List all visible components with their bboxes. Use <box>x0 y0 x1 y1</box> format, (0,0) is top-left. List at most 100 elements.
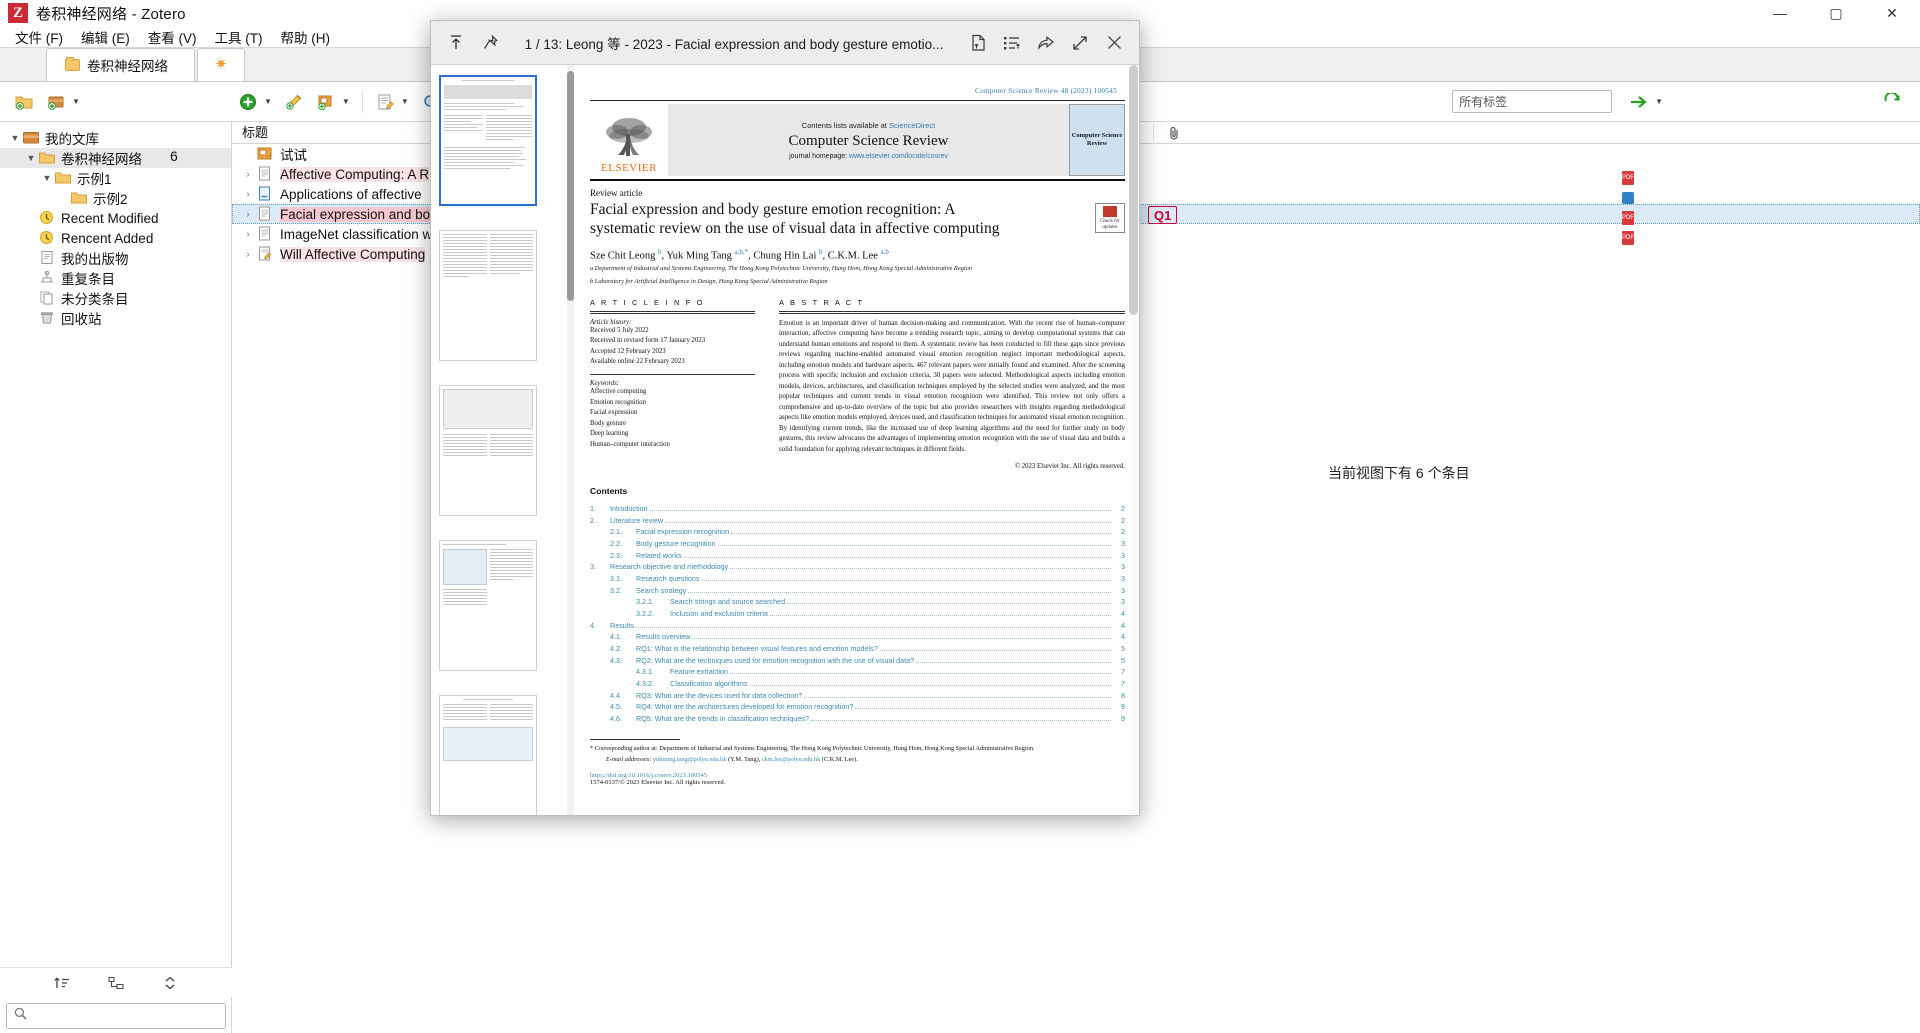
toc-entry[interactable]: 3.2.2. Inclusion and exclusion criteria … <box>590 608 1125 620</box>
toc-entry[interactable]: 4.3.2. Classification algorithms 7 <box>590 678 1125 690</box>
sidebar-item-recent-added[interactable]: › Rencent Added <box>0 228 231 248</box>
collections-search-input[interactable] <box>6 1003 226 1029</box>
sync-icon[interactable] <box>1879 90 1905 114</box>
sidebar-item-unfiled[interactable]: › 未分类条目 <box>0 288 231 308</box>
menu-file[interactable]: 文件 (F) <box>6 25 72 49</box>
toc-entry[interactable]: 3.2. Search strategy 3 <box>590 585 1125 597</box>
doi-link[interactable]: https://doi.org/10.1016/j.cosrev.2023.10… <box>590 772 1125 779</box>
toc-entry[interactable]: 1. Introduction 2 <box>590 503 1125 515</box>
sciencedirect-link[interactable]: ScienceDirect <box>889 121 935 130</box>
toc-entry[interactable]: 4.3.1. Feature extraction 7 <box>590 666 1125 678</box>
expand-collapse-icon[interactable] <box>157 971 183 995</box>
toc-entry[interactable]: 4.4. RQ3: What are the devices used for … <box>590 690 1125 702</box>
toc-entry[interactable]: 4.3. RQ2: What are the techniques used f… <box>590 655 1125 667</box>
sidebar-item-duplicates[interactable]: › 重复条目 <box>0 268 231 288</box>
toc-entry[interactable]: 4.1. Results overview 4 <box>590 631 1125 643</box>
page-thumbnail[interactable] <box>439 385 537 516</box>
pdf-attachment-icon[interactable]: PDF <box>1622 231 1634 245</box>
twisty-icon[interactable]: › <box>240 209 256 220</box>
toc-entry[interactable]: 4. Results 4 <box>590 620 1125 632</box>
toc-entry[interactable]: 3.1. Research questions 3 <box>590 573 1125 585</box>
pin-icon[interactable] <box>473 28 507 58</box>
twisty-icon[interactable]: › <box>240 189 256 200</box>
twisty-icon[interactable]: ▼ <box>24 153 38 163</box>
add-note-icon[interactable] <box>961 28 995 58</box>
twisty-icon[interactable]: › <box>240 249 256 260</box>
column-header-attachment[interactable] <box>1154 126 1194 140</box>
toc-entry[interactable]: 2.3. Related works 3 <box>590 550 1125 562</box>
close-icon[interactable] <box>1097 28 1131 58</box>
toc-entry[interactable]: 2.2. Body gesture recognition 3 <box>590 538 1125 550</box>
new-library-icon[interactable] <box>43 90 69 114</box>
sort-icon[interactable] <box>49 971 75 995</box>
new-note-icon[interactable] <box>372 90 398 114</box>
chevron-down-icon[interactable]: ▼ <box>1655 97 1663 106</box>
toc-page: 3 <box>1121 585 1125 595</box>
menu-view[interactable]: 查看 (V) <box>139 25 206 49</box>
twisty-icon[interactable]: › <box>240 169 256 180</box>
abstract-column: A B S T R A C T Emotion is an important … <box>779 298 1125 470</box>
journal-header-line[interactable]: Computer Science Review 48 (2023) 100545 <box>590 87 1125 95</box>
pdf-page-viewport[interactable]: Computer Science Review 48 (2023) 100545 <box>576 65 1139 815</box>
collapse-tree-icon[interactable] <box>103 971 129 995</box>
twisty-icon[interactable]: ▼ <box>40 173 54 183</box>
pdf-attachment-icon[interactable]: PDF <box>1622 171 1634 185</box>
locate-arrow-icon[interactable] <box>1626 90 1652 114</box>
close-button[interactable]: ✕ <box>1864 0 1920 26</box>
tab-library[interactable]: 卷积神经网络 <box>46 48 195 81</box>
toc-leader <box>729 673 1111 675</box>
journal-homepage-link[interactable]: www.elsevier.com/locate/cosrev <box>849 153 948 160</box>
magic-wand-icon[interactable] <box>281 90 307 114</box>
toc-entry[interactable]: 4.2. RQ1: What is the relationship betwe… <box>590 643 1125 655</box>
maximize-button[interactable]: ▢ <box>1808 0 1864 26</box>
new-item-icon[interactable] <box>235 90 261 114</box>
toc-entry[interactable]: 3. Research objective and methodology 3 <box>590 561 1125 573</box>
pdf-scrollbar-thumb[interactable] <box>1129 65 1138 315</box>
expand-icon[interactable] <box>1063 28 1097 58</box>
trash-icon <box>38 310 56 326</box>
page-thumbnail[interactable] <box>439 695 537 815</box>
thumbnail-sidebar[interactable] <box>431 65 576 815</box>
page-thumbnail[interactable] <box>439 75 537 206</box>
menu-help[interactable]: 帮助 (H) <box>272 25 340 49</box>
toc-label: Introduction <box>610 504 648 514</box>
add-attachment-icon[interactable] <box>313 90 339 114</box>
paperclip-icon <box>1169 126 1178 140</box>
twisty-icon: › <box>24 253 38 263</box>
chevron-down-icon[interactable]: ▼ <box>264 97 272 106</box>
menu-edit[interactable]: 编辑 (E) <box>72 25 139 49</box>
pdf-attachment-icon[interactable]: PDF <box>1622 211 1634 225</box>
sidebar-item-trash[interactable]: › 回收站 <box>0 308 231 328</box>
chevron-down-icon[interactable]: ▼ <box>401 97 409 106</box>
menu-tools[interactable]: 工具 (T) <box>206 25 272 49</box>
sidebar-item-example-1[interactable]: ▼ 示例1 <box>0 168 231 188</box>
minimize-button[interactable]: — <box>1752 0 1808 26</box>
tab-connector[interactable]: ✷ <box>197 48 245 81</box>
chevron-down-icon[interactable]: ▼ <box>72 97 80 106</box>
new-collection-icon[interactable] <box>11 90 37 114</box>
sidebar-item-recent-modified[interactable]: › Recent Modified <box>0 208 231 228</box>
sidebar-item-example-2[interactable]: › 示例2 <box>0 188 231 208</box>
page-thumbnail[interactable] <box>439 540 537 671</box>
toc-entry[interactable]: 2. Literature review 2 <box>590 515 1125 527</box>
page-thumbnail[interactable] <box>439 230 537 361</box>
email-link-tang[interactable]: yukming.tang@polyu.edu.hk <box>653 756 726 763</box>
sidebar-item-cnn-collection[interactable]: ▼ 卷积神经网络 <box>0 148 231 168</box>
chevron-down-icon[interactable]: ▼ <box>342 97 350 106</box>
toc-label: Results <box>610 620 634 630</box>
snapshot-attachment-icon[interactable] <box>1622 192 1634 204</box>
thumbnail-scrollbar-thumb[interactable] <box>567 71 574 301</box>
sidebar-item-my-publications[interactable]: › 我的出版物 <box>0 248 231 268</box>
item-list-icon[interactable] <box>995 28 1029 58</box>
toc-entry[interactable]: 4.5. RQ4: What are the architectures dev… <box>590 701 1125 713</box>
email-link-lee[interactable]: ckm.lee@polyu.edu.hk <box>762 756 820 763</box>
arrow-up-icon[interactable] <box>439 28 473 58</box>
share-icon[interactable] <box>1029 28 1063 58</box>
tag-search-input[interactable]: 所有标签 <box>1452 90 1613 113</box>
toc-entry[interactable]: 2.1. Facial expression recognition 2 <box>590 526 1125 538</box>
crossmark-badge[interactable]: Check for updates <box>1095 203 1125 233</box>
twisty-icon[interactable]: › <box>240 229 256 240</box>
toc-entry[interactable]: 4.6. RQ5: What are the trends in classif… <box>590 713 1125 725</box>
author-list: Sze Chit Leong b, Yuk Ming Tang a,b,*, C… <box>590 247 889 262</box>
toc-entry[interactable]: 3.2.1. Search strings and source searche… <box>590 596 1125 608</box>
